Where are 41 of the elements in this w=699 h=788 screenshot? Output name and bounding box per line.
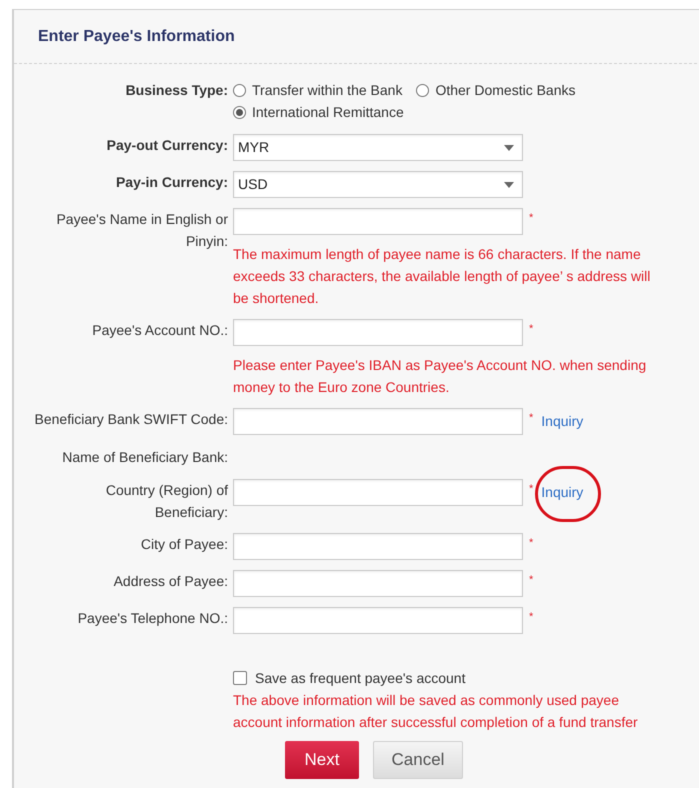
currency-select[interactable]: USD: [233, 171, 523, 198]
field-label: Name of Beneficiary Bank:: [62, 448, 228, 467]
field-label: Payee's Account NO.:: [92, 321, 228, 340]
required-mark: *: [529, 536, 534, 551]
radio-option[interactable]: Other Domestic Banks: [416, 79, 576, 101]
field-label: Pay-out Currency:: [106, 136, 228, 155]
input-field[interactable]: [233, 319, 523, 346]
field-label: Pay-in Currency:: [116, 173, 228, 192]
hint-text: Please enter Payee's IBAN as Payee's Account NO. when sending money to the Euro zone Countries.: [233, 356, 648, 397]
input-field[interactable]: [233, 479, 523, 506]
field-label: Business Type:: [126, 81, 228, 100]
currency-select[interactable]: MYR: [233, 134, 523, 161]
field-label: Payee's Name in English or Pinyin:: [55, 210, 228, 251]
required-mark: *: [529, 482, 534, 497]
required-mark: *: [529, 610, 534, 625]
radio-option[interactable]: International Remittance: [233, 101, 404, 123]
panel-title: Enter Payee's Information: [38, 26, 235, 46]
hint-text: The maximum length of payee name is 66 characters. If the name exceeds 33 characters, the available length of payee’ s address will be shortened.: [233, 245, 652, 308]
input-field[interactable]: [233, 607, 523, 634]
field-label: Beneficiary Bank SWIFT Code:: [34, 410, 228, 429]
radio-option[interactable]: Transfer within the Bank: [233, 79, 402, 101]
cancel-button[interactable]: Cancel: [373, 741, 463, 779]
inquiry-link[interactable]: Inquiry: [541, 413, 584, 429]
hint-text: The above information will be saved as commonly used payee account information after successful completion of a fund transfer: [233, 691, 639, 732]
input-field[interactable]: [233, 570, 523, 597]
required-mark: *: [529, 211, 534, 226]
field-label: City of Payee:: [140, 535, 228, 554]
save-checkbox[interactable]: Save as frequent payee's account: [233, 667, 658, 689]
field-label: Address of Payee:: [114, 572, 228, 591]
caret-icon: [504, 144, 514, 150]
inquiry-link[interactable]: Inquiry: [541, 484, 584, 500]
input-field[interactable]: [233, 208, 523, 235]
input-field[interactable]: [233, 408, 523, 435]
required-mark: *: [529, 322, 534, 337]
next-button[interactable]: Next: [285, 741, 359, 779]
required-mark: *: [529, 573, 534, 588]
field-label: Payee's Telephone NO.:: [78, 609, 228, 628]
required-mark: *: [529, 411, 534, 426]
field-label: Country (Region) of Beneficiary:: [104, 481, 228, 522]
caret-icon: [504, 182, 514, 188]
input-field[interactable]: [233, 533, 523, 560]
